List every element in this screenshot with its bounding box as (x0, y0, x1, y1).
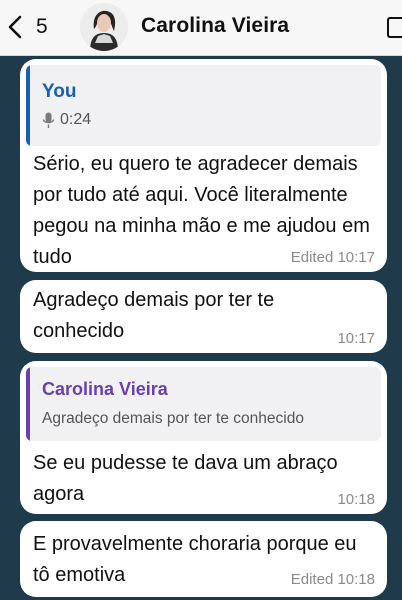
video-call-icon[interactable] (387, 17, 402, 38)
message-meta: Edited 10:18 (290, 571, 375, 588)
quote-author: You (42, 81, 77, 102)
message-text: Se eu pudesse te dava um abraço agora (33, 452, 338, 505)
reply-quote[interactable]: You 0:24 (26, 65, 381, 146)
message-meta: 10:18 (337, 491, 375, 508)
chevron-left-icon (8, 15, 22, 39)
reply-quote[interactable]: Carolina Vieira Agradeço demais por ter … (26, 367, 381, 441)
message-meta: 10:17 (337, 330, 375, 347)
chat-header: 5 Carolina Vieira (0, 0, 402, 56)
message-bubble[interactable]: E provavelmente choraria porque eu tô em… (20, 521, 387, 597)
message-bubble[interactable]: Agradeço demais por ter te conhecido 10:… (20, 280, 387, 353)
quote-accent-bar (26, 65, 30, 146)
back-button[interactable]: 5 (6, 10, 48, 44)
microphone-icon (42, 112, 60, 129)
quote-content: Agradeço demais por ter te conhecido (42, 410, 304, 427)
quote-author: Carolina Vieira (42, 379, 168, 399)
unread-count: 5 (36, 15, 48, 38)
contact-name[interactable]: Carolina Vieira (141, 14, 289, 38)
message-bubble[interactable]: Carolina Vieira Agradeço demais por ter … (20, 361, 387, 514)
message-meta: Edited 10:17 (290, 249, 375, 266)
avatar[interactable] (80, 3, 128, 51)
quote-content: 0:24 (42, 111, 91, 129)
message-text: Agradeço demais por ter te conhecido (33, 289, 275, 342)
message-bubble[interactable]: You 0:24 Sério, eu quero te agradecer de… (20, 59, 387, 272)
quote-accent-bar (26, 367, 30, 441)
voice-duration: 0:24 (60, 111, 92, 128)
